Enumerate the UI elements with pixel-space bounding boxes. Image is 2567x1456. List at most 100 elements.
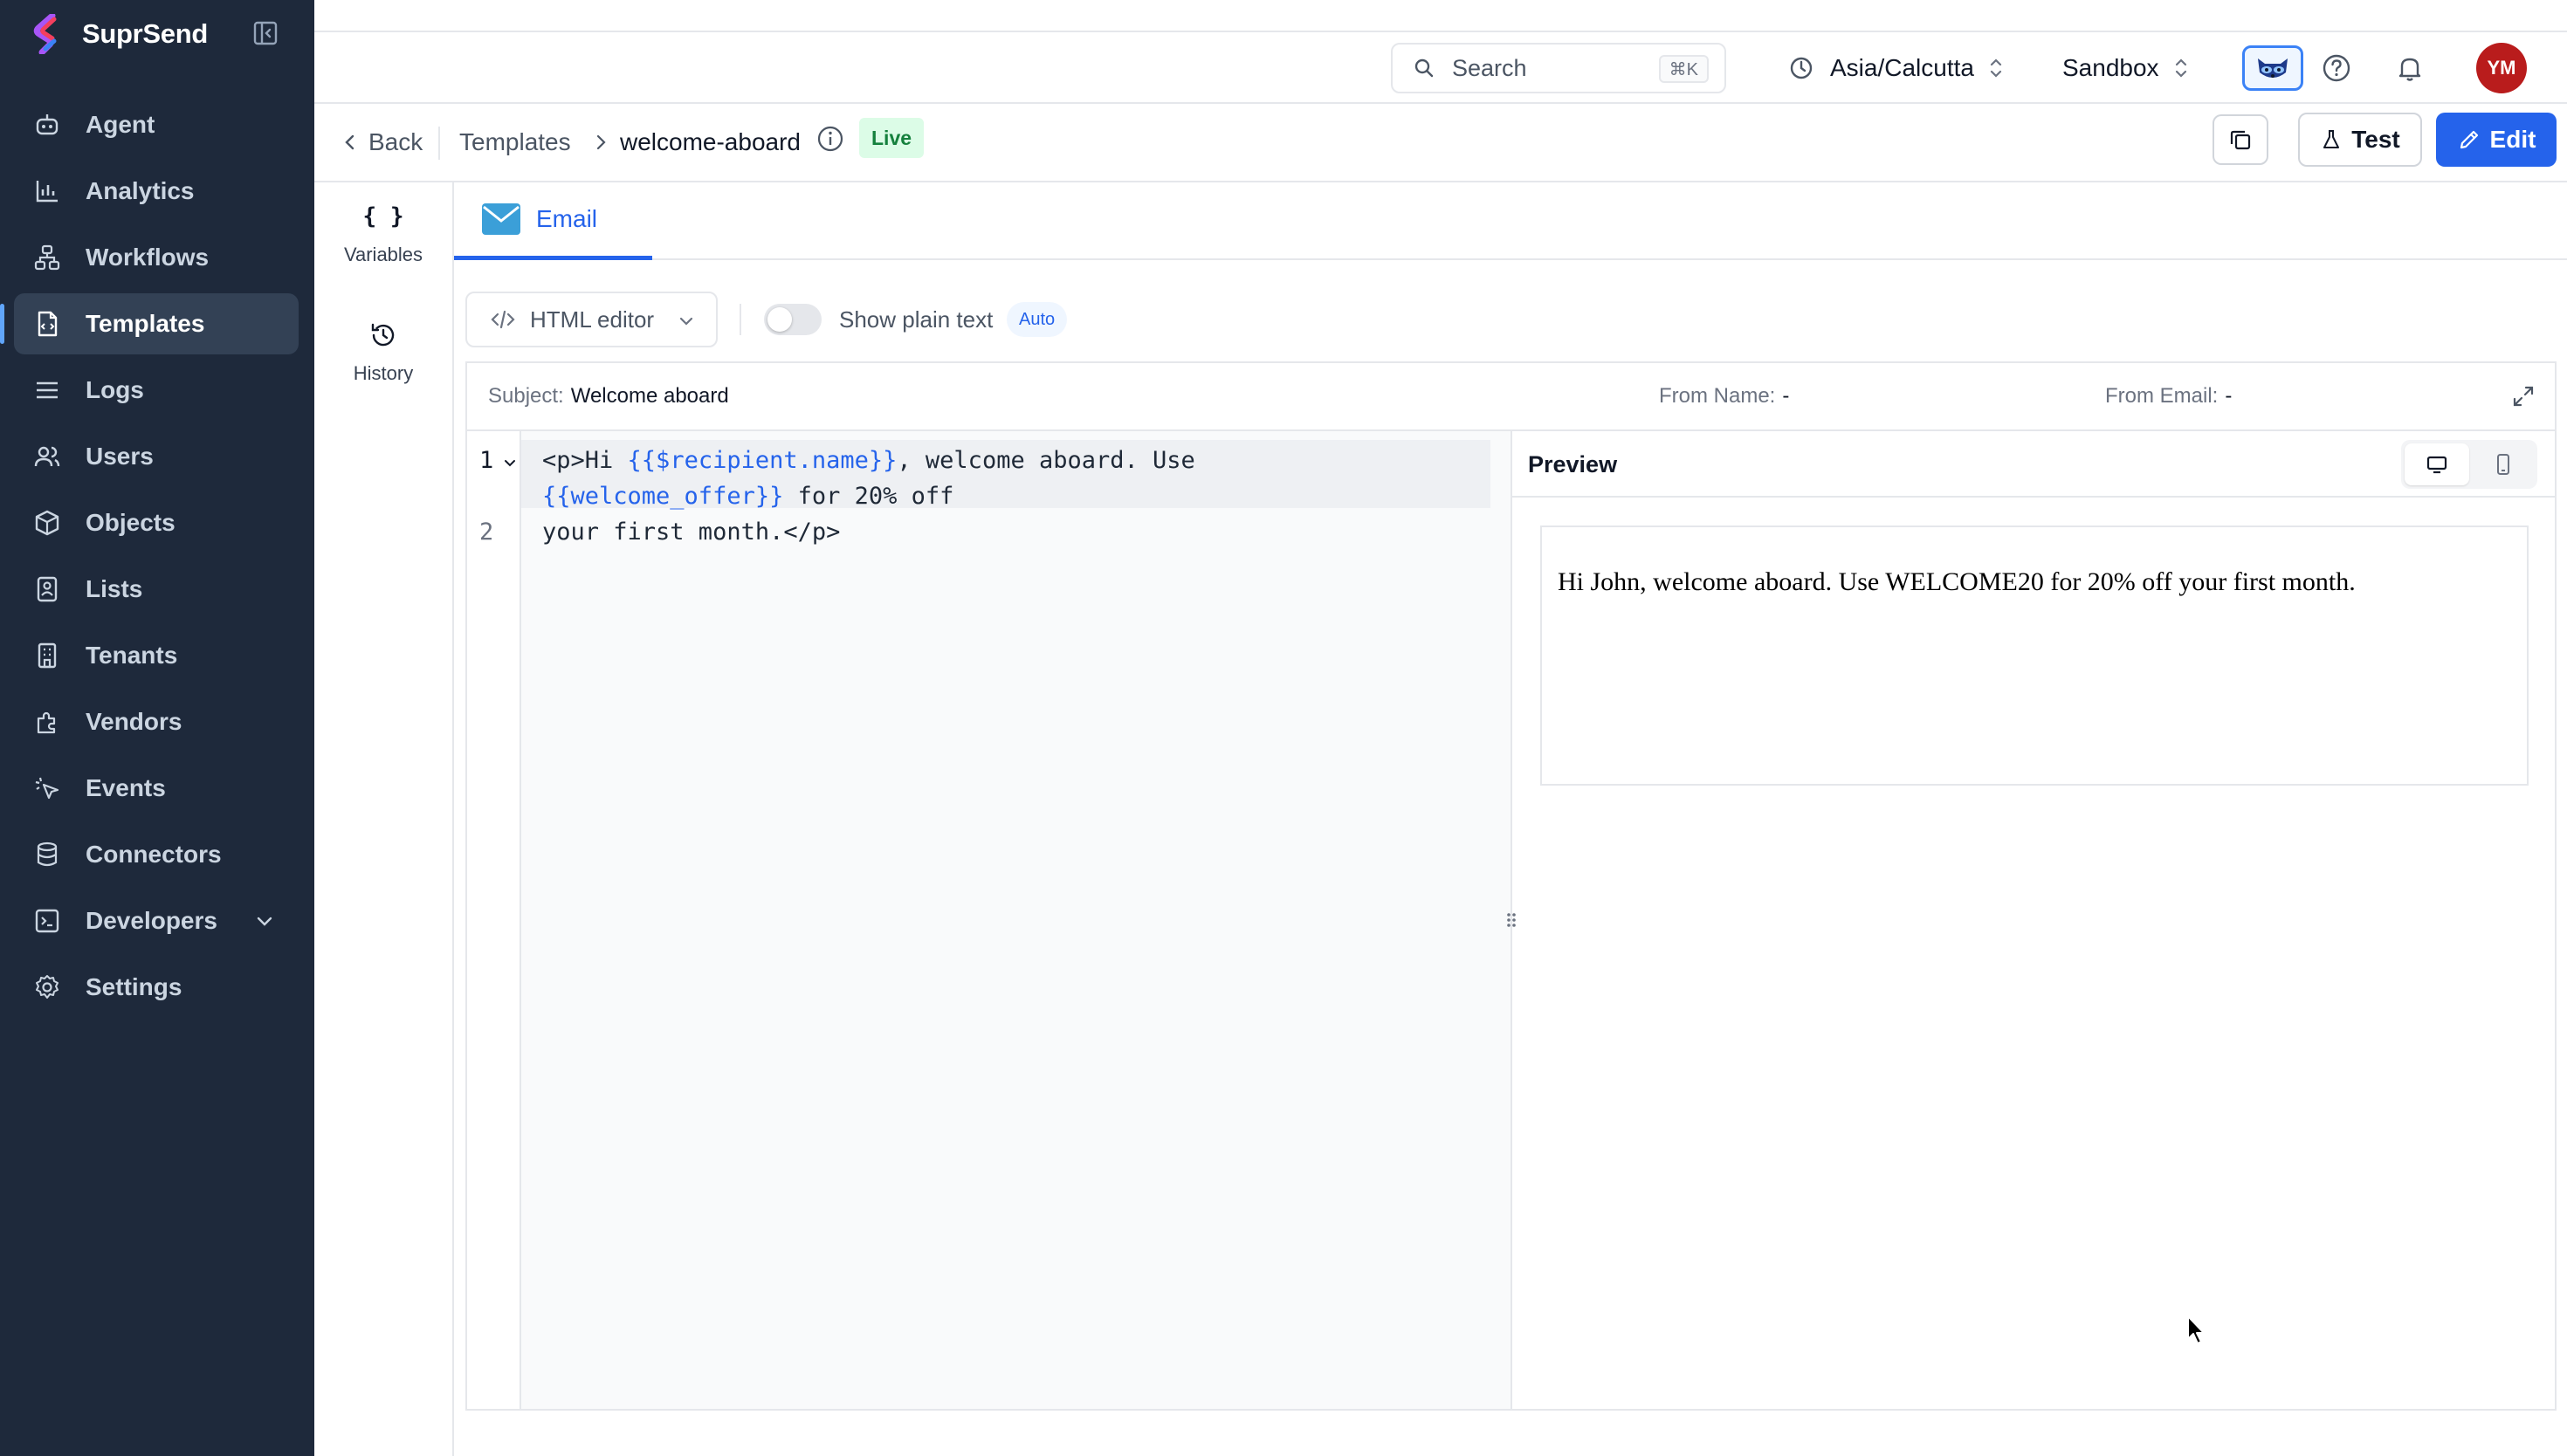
subject-field[interactable]: Subject: Welcome aboard bbox=[488, 363, 729, 429]
analytics-icon bbox=[36, 181, 58, 203]
chevron-right-icon bbox=[596, 134, 606, 150]
environment-label: Sandbox bbox=[2062, 54, 2159, 81]
sidebar-item-label: Lists bbox=[86, 575, 143, 602]
sidebar-item-connectors[interactable]: Connectors bbox=[14, 824, 299, 885]
sidebar-item-label: Objects bbox=[86, 509, 175, 536]
plain-text-toggle[interactable] bbox=[764, 304, 822, 335]
desktop-icon bbox=[2426, 456, 2447, 474]
mobile-view-button[interactable] bbox=[2473, 443, 2534, 485]
expand-icon[interactable] bbox=[2511, 384, 2536, 409]
chevron-up-down-icon bbox=[2175, 58, 2186, 78]
chevron-up-down-icon bbox=[1990, 58, 2002, 78]
back-button[interactable]: Back bbox=[341, 121, 423, 163]
fold-chevron-icon[interactable] bbox=[502, 456, 518, 471]
test-button[interactable]: Test bbox=[2298, 113, 2422, 167]
preview-title: Preview bbox=[1528, 450, 1618, 477]
divider bbox=[740, 304, 741, 335]
sidebar-item-label: Users bbox=[86, 443, 154, 470]
sidebar-item-logs[interactable]: Logs bbox=[14, 360, 299, 421]
code-line-wrapped: {{welcome_offer}} for 20% off bbox=[542, 483, 953, 510]
subject-key: Subject: bbox=[488, 384, 564, 408]
sidebar-item-templates[interactable]: Templates bbox=[0, 293, 299, 354]
edit-button[interactable]: Edit bbox=[2436, 113, 2557, 167]
braces-icon: { } bbox=[362, 203, 404, 230]
bell-icon[interactable] bbox=[2394, 52, 2426, 84]
from-name-field[interactable]: From Name: - bbox=[1659, 363, 1789, 429]
sidebar-item-analytics[interactable]: Analytics bbox=[14, 161, 299, 222]
sidebar-item-vendors[interactable]: Vendors bbox=[14, 691, 299, 752]
collapse-sidebar-icon[interactable] bbox=[251, 19, 279, 47]
test-label: Test bbox=[2351, 126, 2400, 153]
variables-button[interactable]: { } Variables bbox=[314, 202, 452, 266]
workflows-icon bbox=[34, 244, 60, 271]
logs-icon bbox=[37, 381, 58, 399]
info-icon[interactable] bbox=[816, 124, 845, 154]
template-name: welcome-aboard bbox=[620, 128, 801, 155]
email-icon bbox=[482, 203, 520, 235]
sidebar-item-events[interactable]: Events bbox=[14, 758, 299, 819]
code-token: <p>Hi bbox=[542, 447, 628, 474]
help-icon[interactable] bbox=[2321, 52, 2352, 84]
avatar[interactable]: YM bbox=[2476, 43, 2527, 93]
tab-email[interactable]: Email bbox=[454, 182, 652, 260]
subject-value: Welcome aboard bbox=[570, 384, 729, 408]
connectors-icon bbox=[37, 841, 58, 867]
top-bar: Search ⌘K Asia/Calcutta Sandbox YM bbox=[314, 32, 2567, 104]
chevron-down-icon bbox=[679, 317, 693, 326]
copy-icon bbox=[2230, 130, 2251, 150]
sidebar-item-label: Tenants bbox=[86, 642, 178, 669]
code-token: for 20% off bbox=[783, 483, 954, 510]
search-icon bbox=[1414, 58, 1434, 78]
sidebar-item-lists[interactable]: Lists bbox=[14, 559, 299, 620]
editor-mode-select[interactable]: HTML editor bbox=[465, 292, 718, 347]
edit-label: Edit bbox=[2489, 126, 2536, 153]
line-number: 1 bbox=[479, 447, 494, 474]
editor-mode-label: HTML editor bbox=[530, 306, 655, 333]
code-line: your first month.</p> bbox=[542, 519, 840, 546]
mobile-icon bbox=[2497, 454, 2509, 475]
sidebar-item-label: Connectors bbox=[86, 841, 222, 868]
sidebar-item-tenants[interactable]: Tenants bbox=[14, 625, 299, 686]
preview-panel: Preview Hi John, welcome aboard. Use WEL… bbox=[1512, 431, 2555, 1409]
sidebar-item-settings[interactable]: Settings bbox=[14, 957, 299, 1018]
search-input[interactable]: Search ⌘K bbox=[1391, 43, 1726, 93]
from-name-key: From Name: bbox=[1659, 384, 1776, 408]
search-shortcut: ⌘K bbox=[1658, 55, 1709, 83]
breadcrumb-templates-link[interactable]: Templates bbox=[459, 121, 571, 163]
sidebar-item-users[interactable]: Users bbox=[14, 426, 299, 487]
from-email-field[interactable]: From Email: - bbox=[2105, 363, 2232, 429]
history-button[interactable]: History bbox=[314, 320, 452, 385]
tenants-icon bbox=[38, 642, 57, 669]
sidebar-item-objects[interactable]: Objects bbox=[14, 492, 299, 553]
status-badge: Live bbox=[859, 118, 925, 158]
history-label: History bbox=[353, 362, 414, 384]
sidebar-item-workflows[interactable]: Workflows bbox=[14, 227, 299, 288]
from-email-key: From Email: bbox=[2105, 384, 2219, 408]
code-icon bbox=[491, 310, 515, 329]
code-token: your first month.</p> bbox=[542, 519, 841, 546]
desktop-view-button[interactable] bbox=[2405, 443, 2469, 485]
sidebar-item-label: Agent bbox=[86, 111, 155, 138]
breadcrumb: Back Templates welcome-aboard Live Test … bbox=[314, 104, 2567, 182]
duplicate-button[interactable] bbox=[2213, 114, 2268, 165]
sidebar-item-label: Developers bbox=[86, 907, 217, 934]
line-number: 2 bbox=[479, 519, 494, 546]
chevron-down-icon[interactable] bbox=[253, 910, 276, 932]
vendors-icon bbox=[37, 711, 56, 734]
environment-selector[interactable]: Sandbox bbox=[2062, 43, 2191, 93]
sidebar-item-label: Settings bbox=[86, 973, 182, 1000]
timezone-selector[interactable]: Asia/Calcutta bbox=[1788, 43, 2006, 93]
sidebar-item-label: Workflows bbox=[86, 244, 210, 271]
sidebar-item-label: Templates bbox=[86, 310, 205, 337]
pencil-icon bbox=[2460, 130, 2478, 149]
sidebar-item-agent[interactable]: Agent bbox=[14, 94, 299, 155]
variables-label: Variables bbox=[343, 244, 423, 265]
objects-icon bbox=[35, 510, 59, 536]
line-gutter: 1 2 bbox=[467, 431, 521, 1409]
from-name-value: - bbox=[1782, 384, 1790, 408]
agent-button[interactable] bbox=[2242, 45, 2303, 91]
code-line: <p>Hi {{$recipient.name}}, welcome aboar… bbox=[542, 447, 1195, 474]
code-variable-token: {{welcome_offer}} bbox=[542, 483, 784, 510]
code-editor[interactable]: <p>Hi {{$recipient.name}}, welcome aboar… bbox=[521, 431, 1511, 1409]
sidebar-item-developers[interactable]: Developers bbox=[14, 890, 299, 951]
